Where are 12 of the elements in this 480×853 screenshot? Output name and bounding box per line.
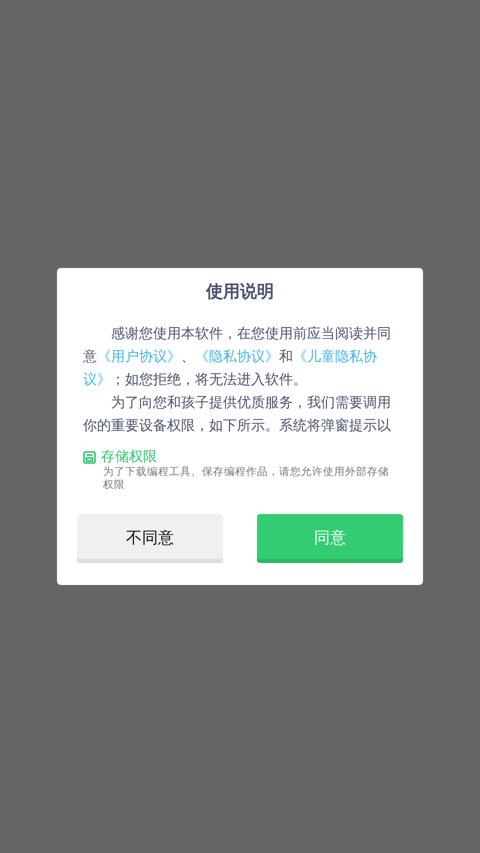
agreement-link[interactable]: 议》 — [83, 372, 111, 388]
agree-button[interactable]: 同意 — [257, 514, 403, 563]
agreement-link[interactable]: 《隐私协议》 — [195, 349, 279, 365]
agreement-link[interactable]: 《用户协议》 — [97, 349, 181, 365]
paragraph: 感谢您使用本软件，在您使用前应当阅读并同意《用户协议》、《隐私协议》和《儿童隐私协 议》；如您拒绝，将无法进入软件。 — [82, 325, 392, 390]
permission-name: 存储权限 — [101, 448, 157, 466]
paragraph: 为了向您和孩子提供优质服务，我们需要调用你的重要设备权限，如下所示。系统将弹窗提示以 — [82, 394, 392, 436]
dialog-title: 使用说明 — [204, 281, 275, 303]
disagree-button[interactable]: 不同意 — [77, 514, 223, 563]
agreement-link[interactable]: 《儿童隐私协 — [293, 349, 377, 365]
save-icon — [83, 450, 96, 464]
permission-description: 为了下载编程工具、保存编程作品，请您允许使用外部存储权限 — [103, 466, 390, 492]
